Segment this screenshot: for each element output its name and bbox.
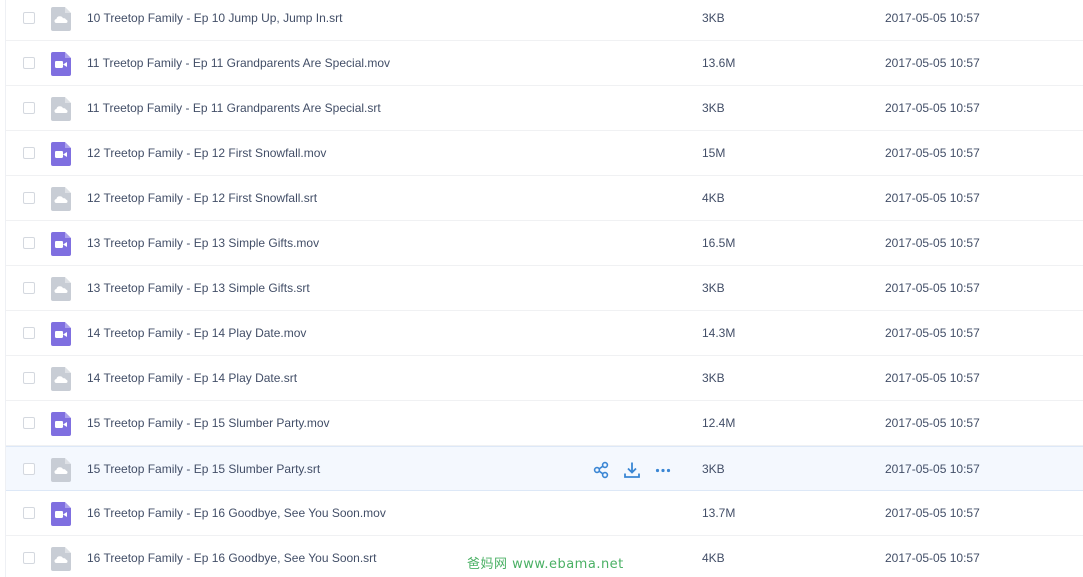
row-checkbox[interactable] bbox=[23, 102, 35, 114]
file-name[interactable]: 12 Treetop Family - Ep 12 First Snowfall… bbox=[87, 176, 317, 221]
more-icon[interactable] bbox=[654, 461, 672, 479]
file-modified-date: 2017-05-05 10:57 bbox=[885, 462, 980, 476]
file-modified-date: 2017-05-05 10:57 bbox=[885, 371, 980, 385]
file-row[interactable]: 15 Treetop Family - Ep 15 Slumber Party.… bbox=[6, 401, 1083, 446]
file-row[interactable]: 11 Treetop Family - Ep 11 Grandparents A… bbox=[6, 86, 1083, 131]
file-size: 13.7M bbox=[702, 506, 736, 520]
file-size: 3KB bbox=[702, 371, 725, 385]
file-size: 14.3M bbox=[702, 326, 736, 340]
video-file-icon bbox=[51, 502, 71, 526]
row-checkbox[interactable] bbox=[23, 372, 35, 384]
file-modified-date: 2017-05-05 10:57 bbox=[885, 326, 980, 340]
file-row[interactable]: 16 Treetop Family - Ep 16 Goodbye, See Y… bbox=[6, 491, 1083, 536]
file-size: 3KB bbox=[702, 101, 725, 115]
file-size: 3KB bbox=[702, 11, 725, 25]
file-name[interactable]: 11 Treetop Family - Ep 11 Grandparents A… bbox=[87, 41, 390, 86]
row-checkbox[interactable] bbox=[23, 507, 35, 519]
file-name[interactable]: 14 Treetop Family - Ep 14 Play Date.mov bbox=[87, 311, 306, 356]
file-size: 12.4M bbox=[702, 416, 736, 430]
file-modified-date: 2017-05-05 10:57 bbox=[885, 191, 980, 205]
row-checkbox[interactable] bbox=[23, 463, 35, 475]
file-name[interactable]: 16 Treetop Family - Ep 16 Goodbye, See Y… bbox=[87, 491, 386, 536]
cloud-file-icon bbox=[51, 458, 71, 482]
cloud-file-icon bbox=[51, 97, 71, 121]
file-modified-date: 2017-05-05 10:57 bbox=[885, 551, 980, 565]
file-size: 16.5M bbox=[702, 236, 736, 250]
row-checkbox[interactable] bbox=[23, 12, 35, 24]
row-checkbox[interactable] bbox=[23, 417, 35, 429]
file-modified-date: 2017-05-05 10:57 bbox=[885, 101, 980, 115]
file-name[interactable]: 10 Treetop Family - Ep 10 Jump Up, Jump … bbox=[87, 0, 342, 41]
cloud-file-icon bbox=[51, 277, 71, 301]
file-size: 3KB bbox=[702, 281, 725, 295]
cloud-file-icon bbox=[51, 547, 71, 571]
watermark: 爸妈网 www.ebama.net bbox=[467, 557, 624, 572]
video-file-icon bbox=[51, 412, 71, 436]
row-checkbox[interactable] bbox=[23, 237, 35, 249]
file-row[interactable]: 15 Treetop Family - Ep 15 Slumber Party.… bbox=[6, 446, 1083, 491]
row-checkbox[interactable] bbox=[23, 147, 35, 159]
download-icon[interactable] bbox=[623, 461, 641, 479]
file-row[interactable]: 11 Treetop Family - Ep 11 Grandparents A… bbox=[6, 41, 1083, 86]
file-modified-date: 2017-05-05 10:57 bbox=[885, 416, 980, 430]
row-checkbox[interactable] bbox=[23, 282, 35, 294]
file-row[interactable]: 14 Treetop Family - Ep 14 Play Date.mov 1… bbox=[6, 311, 1083, 356]
share-icon[interactable] bbox=[592, 461, 610, 479]
file-name[interactable]: 13 Treetop Family - Ep 13 Simple Gifts.m… bbox=[87, 221, 319, 266]
file-list: 10 Treetop Family - Ep 10 Jump Up, Jump … bbox=[6, 0, 1083, 577]
cloud-file-icon bbox=[51, 7, 71, 31]
file-row[interactable]: 10 Treetop Family - Ep 10 Jump Up, Jump … bbox=[6, 0, 1083, 41]
cloud-file-icon bbox=[51, 187, 71, 211]
file-name[interactable]: 15 Treetop Family - Ep 15 Slumber Party.… bbox=[87, 401, 330, 446]
file-name[interactable]: 16 Treetop Family - Ep 16 Goodbye, See Y… bbox=[87, 536, 377, 577]
file-row[interactable]: 13 Treetop Family - Ep 13 Simple Gifts.s… bbox=[6, 266, 1083, 311]
row-checkbox[interactable] bbox=[23, 57, 35, 69]
video-file-icon bbox=[51, 232, 71, 256]
file-modified-date: 2017-05-05 10:57 bbox=[885, 506, 980, 520]
cloud-file-icon bbox=[51, 367, 71, 391]
file-modified-date: 2017-05-05 10:57 bbox=[885, 11, 980, 25]
file-modified-date: 2017-05-05 10:57 bbox=[885, 56, 980, 70]
file-list-page: 10 Treetop Family - Ep 10 Jump Up, Jump … bbox=[0, 0, 1083, 577]
file-name[interactable]: 12 Treetop Family - Ep 12 First Snowfall… bbox=[87, 131, 326, 176]
row-checkbox[interactable] bbox=[23, 327, 35, 339]
file-row[interactable]: 13 Treetop Family - Ep 13 Simple Gifts.m… bbox=[6, 221, 1083, 266]
file-size: 4KB bbox=[702, 191, 725, 205]
file-size: 3KB bbox=[702, 462, 725, 476]
row-checkbox[interactable] bbox=[23, 192, 35, 204]
file-modified-date: 2017-05-05 10:57 bbox=[885, 281, 980, 295]
video-file-icon bbox=[51, 142, 71, 166]
file-size: 4KB bbox=[702, 551, 725, 565]
file-row[interactable]: 12 Treetop Family - Ep 12 First Snowfall… bbox=[6, 131, 1083, 176]
file-modified-date: 2017-05-05 10:57 bbox=[885, 236, 980, 250]
row-checkbox[interactable] bbox=[23, 552, 35, 564]
file-name[interactable]: 13 Treetop Family - Ep 13 Simple Gifts.s… bbox=[87, 266, 310, 311]
file-modified-date: 2017-05-05 10:57 bbox=[885, 146, 980, 160]
file-row[interactable]: 14 Treetop Family - Ep 14 Play Date.srt 3… bbox=[6, 356, 1083, 401]
file-row[interactable]: 12 Treetop Family - Ep 12 First Snowfall… bbox=[6, 176, 1083, 221]
file-size: 15M bbox=[702, 146, 726, 160]
file-size: 13.6M bbox=[702, 56, 736, 70]
video-file-icon bbox=[51, 52, 71, 76]
video-file-icon bbox=[51, 322, 71, 346]
file-name[interactable]: 11 Treetop Family - Ep 11 Grandparents A… bbox=[87, 86, 381, 131]
file-name[interactable]: 15 Treetop Family - Ep 15 Slumber Party.… bbox=[87, 447, 320, 492]
file-name[interactable]: 14 Treetop Family - Ep 14 Play Date.srt bbox=[87, 356, 297, 401]
